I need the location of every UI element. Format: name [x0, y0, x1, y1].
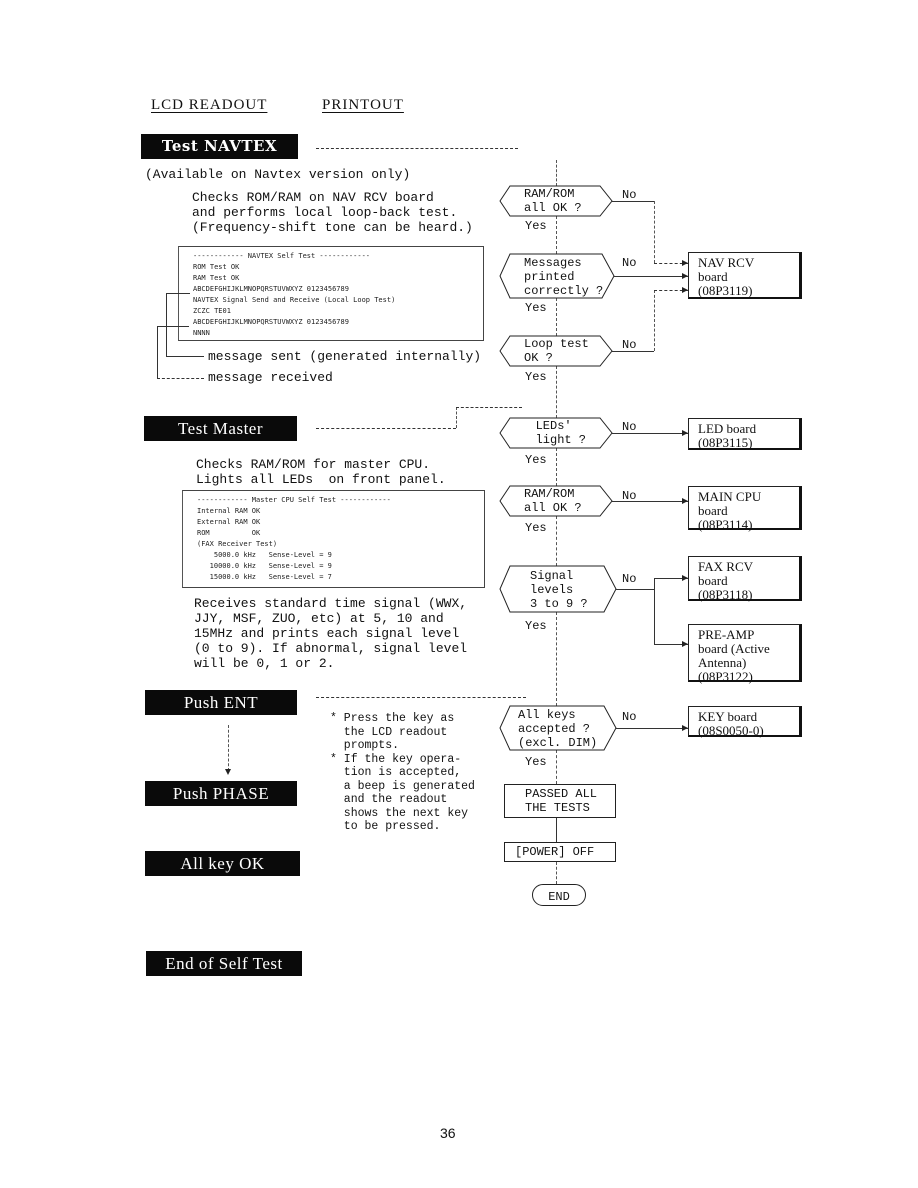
- no-label: No: [622, 256, 637, 270]
- board-key: KEY board (08S0050-0): [688, 706, 802, 738]
- printout-line: RAM Test OK: [193, 274, 240, 282]
- yes-label: Yes: [525, 219, 547, 233]
- printout-line-sent: ABCDEFGHIJKLMNOPQRSTUVWXYZ 0123456789: [193, 285, 349, 293]
- connector: [616, 589, 654, 590]
- master-printout: ------------ Master CPU Self Test ------…: [182, 490, 485, 588]
- no-label: No: [622, 572, 637, 586]
- connector: [654, 290, 655, 351]
- no-label: No: [622, 188, 637, 202]
- connector: [616, 728, 688, 729]
- printout-line: Internal RAM OK: [197, 507, 261, 515]
- lcd-push-phase: Push PHASE: [145, 781, 297, 806]
- end-label: END: [548, 890, 570, 904]
- printout-line-received: ABCDEFGHIJKLMNOPQRSTUVWXYZ 0123456789: [193, 318, 349, 326]
- printout-line: 5000.0 kHz Sense-Level = 9: [197, 551, 332, 559]
- keys-connector: [316, 697, 526, 698]
- navtex-description: Checks ROM/RAM on NAV RCV board and perf…: [192, 190, 473, 235]
- legend-message-sent: message sent (generated internally): [208, 349, 482, 364]
- decision-messages-printed: Messages printed correctly ?: [524, 256, 604, 298]
- no-label: No: [622, 710, 637, 724]
- board-main-cpu: MAIN CPU board (08P3114): [688, 486, 802, 532]
- flow-line: [556, 750, 557, 784]
- flow-line: [556, 366, 557, 418]
- navtex-availability: (Available on Navtex version only): [145, 167, 411, 182]
- end-terminal: END: [532, 884, 586, 906]
- board-pre-amp: PRE-AMP board (Active Antenna) (08P3122): [688, 624, 802, 684]
- connector: [612, 501, 688, 502]
- decision-loop-test: Loop test OK ?: [524, 337, 589, 365]
- flow-line: [556, 516, 557, 566]
- connector: [612, 351, 654, 352]
- lcd-end-of-self-test: End of Self Test: [146, 951, 302, 976]
- printout-line: ------------ Master CPU Self Test ------…: [197, 496, 391, 504]
- no-label: No: [622, 338, 637, 352]
- flow-line: [556, 448, 557, 486]
- arrow-down-icon: [225, 769, 231, 775]
- printout-line: ROM Test OK: [193, 263, 240, 271]
- lcd-push-ent: Push ENT: [145, 690, 297, 715]
- ent-to-phase-line: [228, 725, 229, 771]
- lcd-test-navtex: Test NAVTEX: [141, 134, 298, 159]
- printout-line: 10000.0 kHz Sense-Level = 9: [197, 562, 332, 570]
- legend-message-received: message received: [208, 370, 333, 385]
- decision-signal-levels: Signal levels 3 to 9 ?: [530, 569, 588, 611]
- printout-header: PRINTOUT: [322, 97, 404, 113]
- decision-ram-rom-nav: RAM/ROM all OK ?: [524, 187, 582, 215]
- received-bracket-top: [157, 326, 189, 327]
- connector: [614, 276, 688, 277]
- lcd-readout-header: LCD READOUT: [151, 97, 268, 113]
- connector: [654, 201, 655, 263]
- yes-label: Yes: [525, 370, 547, 384]
- printout-line: 15000.0 kHz Sense-Level = 7: [197, 573, 332, 581]
- board-led: LED board (08P3115): [688, 418, 802, 450]
- master-connector-h: [316, 428, 456, 429]
- power-off-box: [POWER] OFF: [504, 842, 616, 862]
- connector: [654, 578, 655, 644]
- printout-line: ROM OK: [197, 529, 261, 537]
- board-fax-rcv: FAX RCV board (08P3118): [688, 556, 802, 602]
- yes-label: Yes: [525, 619, 547, 633]
- navtex-printout: ------------ NAVTEX Self Test ----------…: [178, 246, 484, 341]
- printout-line: NAVTEX Signal Send and Receive (Local Lo…: [193, 296, 396, 304]
- flow-line: [556, 160, 557, 186]
- printout-line: ZCZC TE01: [193, 307, 231, 315]
- fax-description: Receives standard time signal (WWX, JJY,…: [194, 596, 468, 671]
- flow-line: [556, 818, 557, 842]
- flow-line: [556, 862, 557, 884]
- yes-label: Yes: [525, 521, 547, 535]
- master-connector-v: [456, 407, 457, 428]
- printout-line: (FAX Receiver Test): [197, 540, 278, 548]
- master-description: Checks RAM/ROM for master CPU. Lights al…: [196, 457, 446, 487]
- sent-bracket-side: [166, 293, 167, 356]
- connector: [612, 201, 654, 202]
- key-notes: * Press the key as the LCD readout promp…: [330, 712, 475, 833]
- navtex-connector: [316, 148, 518, 149]
- flow-line: [556, 298, 557, 336]
- master-connector-top: [456, 407, 522, 408]
- decision-ram-rom-main: RAM/ROM all OK ?: [524, 487, 582, 515]
- connector: [612, 433, 688, 434]
- yes-label: Yes: [525, 755, 547, 769]
- lcd-all-key-ok: All key OK: [145, 851, 300, 876]
- page-number: 36: [440, 1125, 456, 1141]
- yes-label: Yes: [525, 301, 547, 315]
- no-label: No: [622, 420, 637, 434]
- printout-line: External RAM OK: [197, 518, 261, 526]
- printout-line: ------------ NAVTEX Self Test ----------…: [193, 252, 371, 260]
- sent-bracket-top: [166, 293, 190, 294]
- flow-line: [556, 216, 557, 254]
- received-bracket-side: [157, 326, 158, 378]
- decision-leds-light: LEDs' light ?: [535, 419, 587, 447]
- received-bracket-bottom: [157, 378, 204, 379]
- decision-all-keys: All keys accepted ? (excl. DIM): [518, 708, 598, 750]
- board-nav-rcv: NAV RCV board (08P3119): [688, 252, 802, 299]
- sent-bracket-bottom: [166, 356, 204, 357]
- passed-all-tests-box: PASSED ALL THE TESTS: [504, 784, 616, 818]
- printout-line: NNNN: [193, 329, 210, 337]
- flow-line: [556, 612, 557, 706]
- yes-label: Yes: [525, 453, 547, 467]
- lcd-test-master: Test Master: [144, 416, 297, 441]
